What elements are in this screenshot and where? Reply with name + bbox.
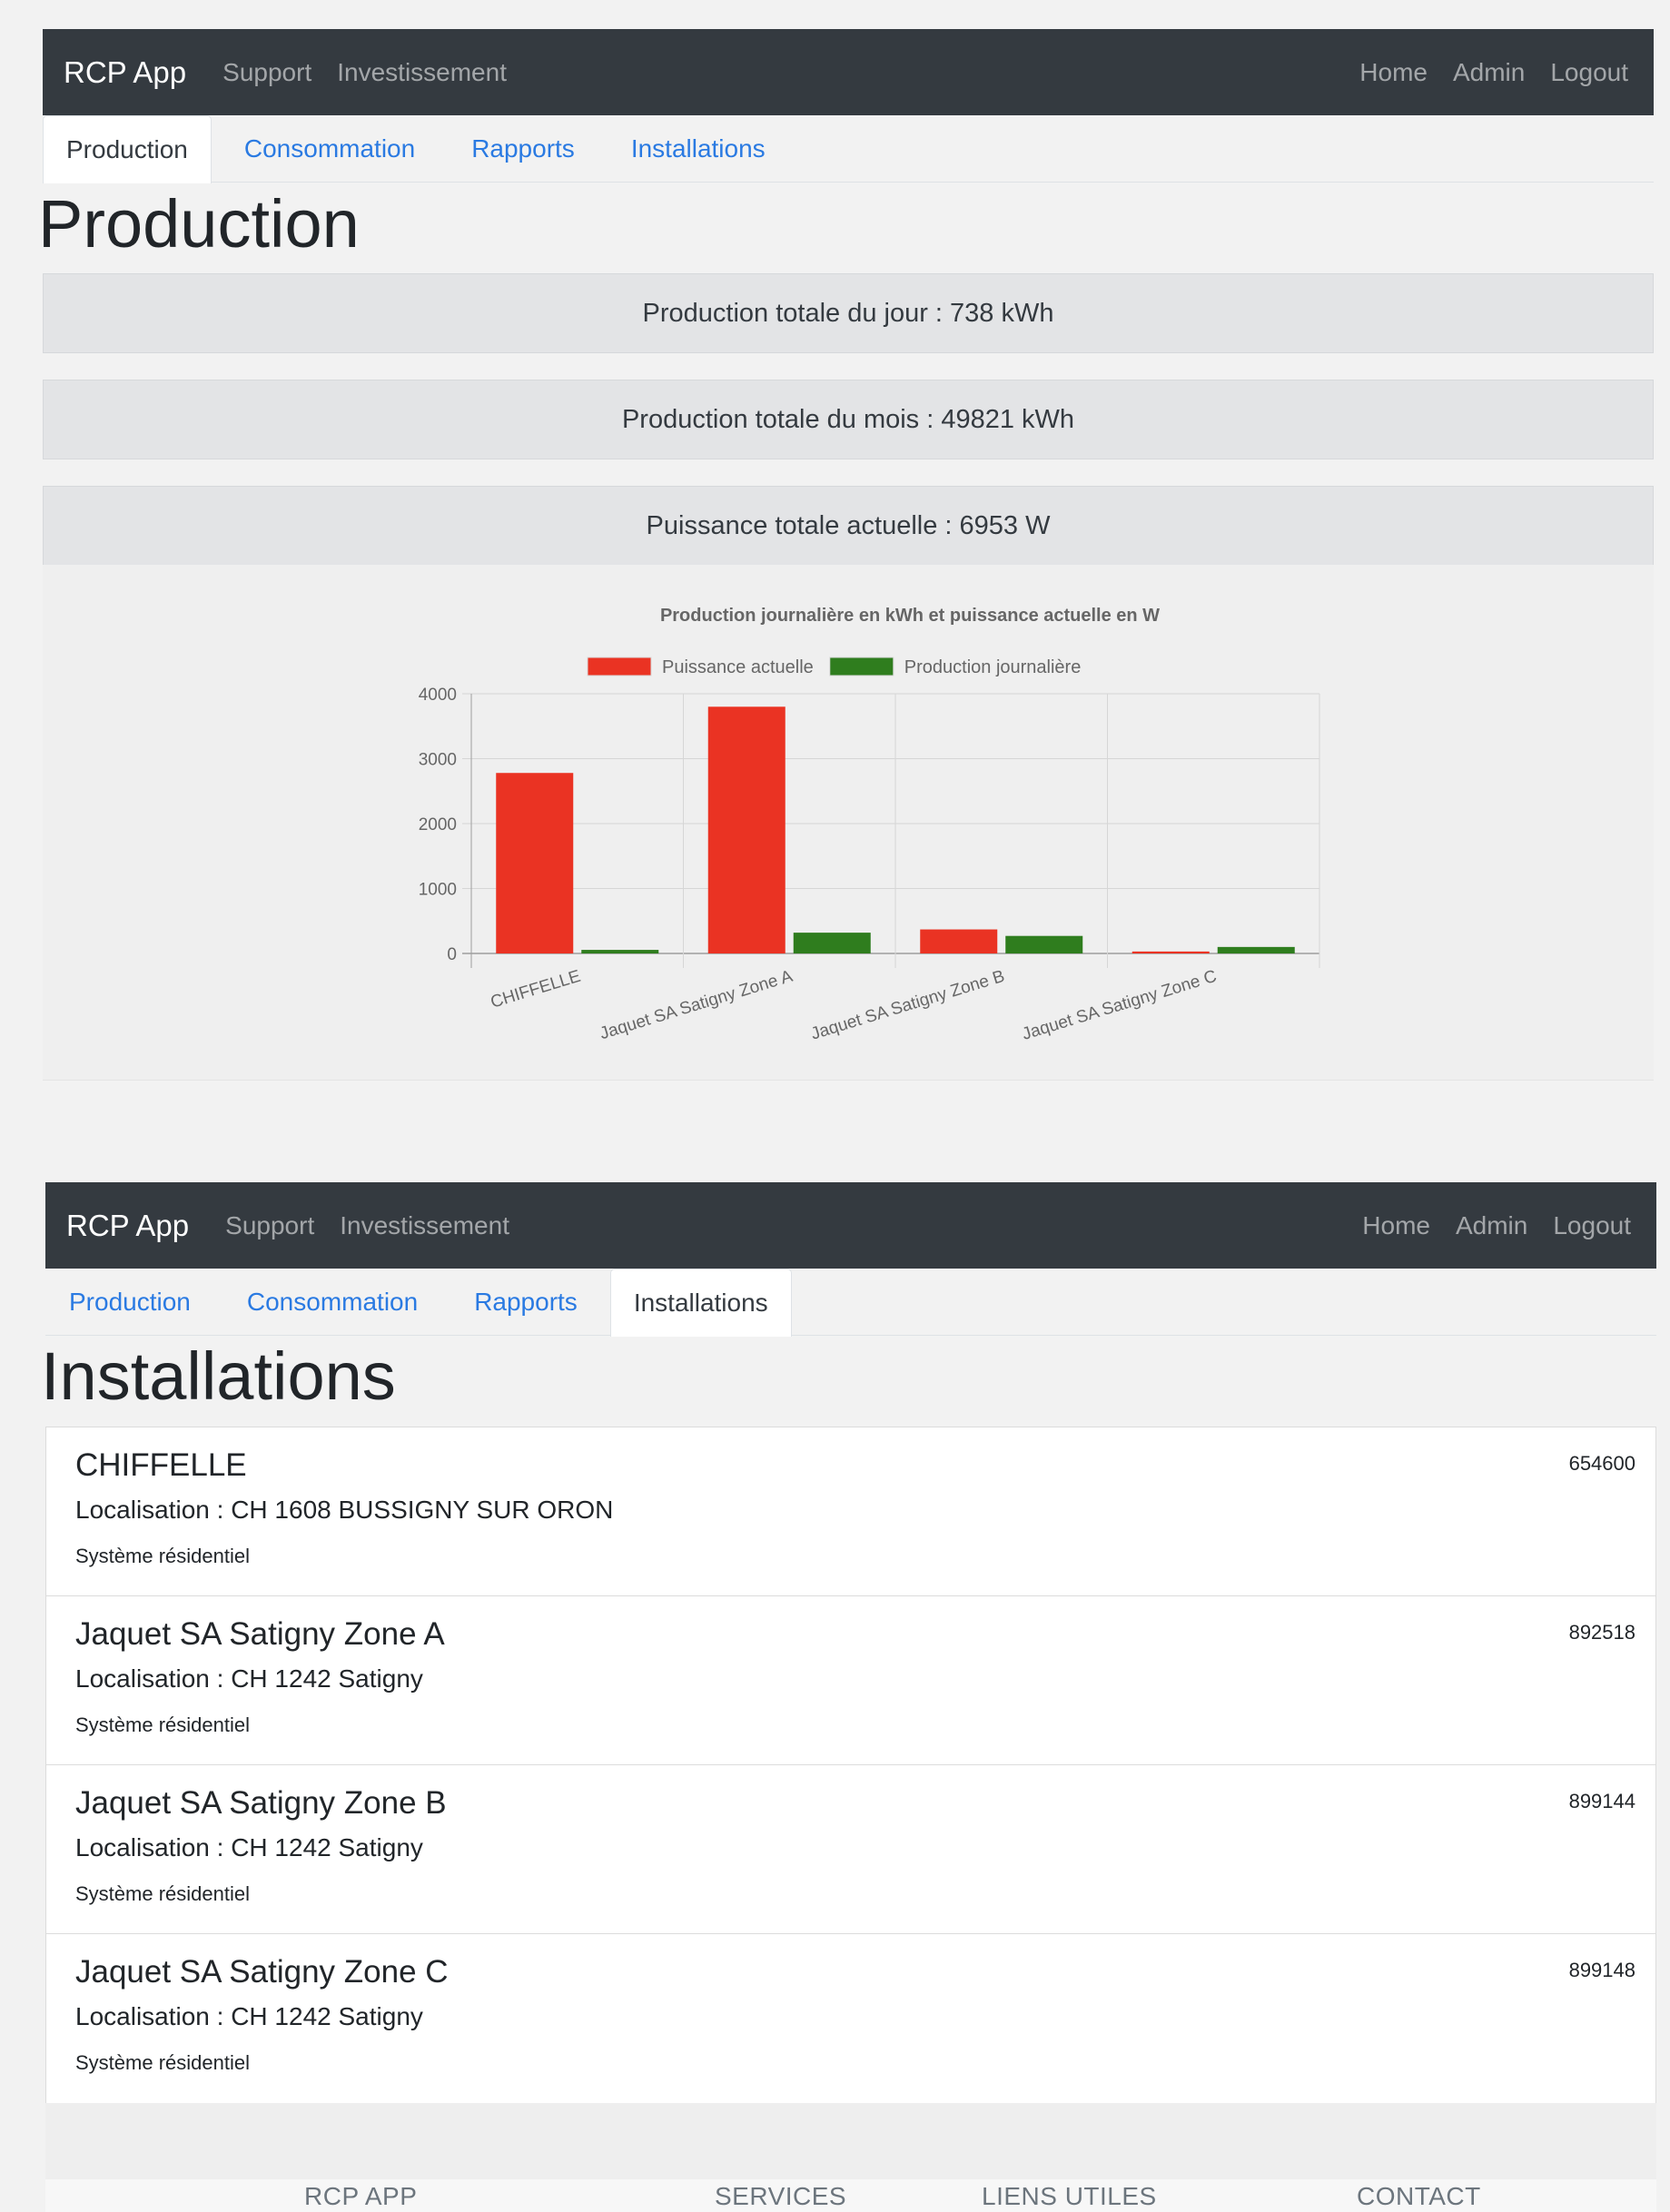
list-item[interactable]: CHIFFELLE Localisation : CH 1608 BUSSIGN… — [46, 1427, 1655, 1596]
top-navbar-2: RCP App Support Investissement Home Admi… — [45, 1182, 1656, 1269]
y-tick-label: 1000 — [419, 881, 457, 900]
nav-logout[interactable]: Logout — [1550, 58, 1628, 87]
installation-type: Système résidentiel — [75, 1545, 250, 1567]
y-tick-label: 2000 — [419, 815, 457, 834]
list-item[interactable]: Jaquet SA Satigny Zone A Localisation : … — [46, 1596, 1655, 1765]
tab-rapports[interactable]: Rapports — [448, 115, 598, 182]
page-title: Production — [38, 186, 360, 262]
x-tick-label: CHIFFELLE — [489, 967, 583, 1012]
bar-puissance-1 — [707, 706, 786, 953]
stat-current-power: Puissance totale actuelle : 6953 W — [43, 486, 1654, 566]
brand-link[interactable]: RCP App — [64, 55, 186, 90]
tab-rapports-2[interactable]: Rapports — [450, 1269, 601, 1335]
bar-production-3 — [1217, 946, 1295, 953]
legend-swatch-1 — [829, 657, 894, 676]
installation-id: 654600 — [1568, 1452, 1635, 1475]
tab-installations-2[interactable]: Installations — [609, 1269, 792, 1337]
page-title-2: Installations — [41, 1338, 396, 1414]
installation-name: Jaquet SA Satigny Zone B — [75, 1785, 447, 1821]
bar-production-1 — [793, 933, 871, 953]
y-tick-label: 4000 — [419, 686, 457, 705]
production-chart: Production journalière en kWh et puissan… — [419, 606, 1320, 1044]
footer-spacer — [45, 2103, 1656, 2179]
installation-name: Jaquet SA Satigny Zone C — [75, 1954, 449, 1990]
tab-installations[interactable]: Installations — [608, 115, 789, 182]
installation-id: 899148 — [1568, 1959, 1635, 1981]
installation-location: Localisation : CH 1608 BUSSIGNY SUR ORON — [75, 1496, 614, 1524]
list-item[interactable]: Jaquet SA Satigny Zone B Localisation : … — [46, 1765, 1655, 1934]
legend-label-1: Production journalière — [904, 657, 1082, 677]
x-tick-label: Jaquet SA Satigny Zone C — [1020, 967, 1219, 1044]
installation-id: 899144 — [1568, 1790, 1635, 1812]
bar-production-2 — [1005, 935, 1083, 953]
installation-id: 892518 — [1568, 1621, 1635, 1644]
nav-investissement-2[interactable]: Investissement — [340, 1211, 509, 1240]
installation-location: Localisation : CH 1242 Satigny — [75, 2002, 423, 2030]
stat-daily-production: Production totale du jour : 738 kWh — [43, 273, 1654, 353]
tab-production[interactable]: Production — [43, 115, 212, 183]
nav-admin-2[interactable]: Admin — [1456, 1211, 1527, 1240]
installation-type: Système résidentiel — [75, 1713, 250, 1736]
nav-home[interactable]: Home — [1359, 58, 1428, 87]
tab-bar-2: Production Consommation Rapports Install… — [45, 1269, 1656, 1337]
chart-title: Production journalière en kWh et puissan… — [660, 606, 1160, 626]
legend-swatch-0 — [587, 657, 652, 676]
installations-list: CHIFFELLE Localisation : CH 1608 BUSSIGN… — [45, 1427, 1656, 2104]
y-tick-label: 3000 — [419, 751, 457, 770]
footer-col-contact: CONTACT — [1357, 2182, 1481, 2210]
x-tick-label: Jaquet SA Satigny Zone A — [598, 967, 795, 1044]
installation-location: Localisation : CH 1242 Satigny — [75, 1833, 423, 1861]
footer-col-liens-utiles: LIENS UTILES — [982, 2182, 1157, 2210]
tab-bar: Production Consommation Rapports Install… — [43, 115, 1654, 183]
x-tick-label: Jaquet SA Satigny Zone B — [809, 967, 1007, 1044]
stat-monthly-production: Production totale du mois : 49821 kWh — [43, 380, 1654, 459]
nav-support[interactable]: Support — [222, 58, 311, 87]
bar-puissance-0 — [496, 773, 574, 953]
tab-consommation-2[interactable]: Consommation — [223, 1269, 441, 1335]
bar-puissance-2 — [920, 929, 998, 953]
nav-right-group: Home Admin Logout — [1334, 58, 1654, 87]
footer-col-services: SERVICES — [715, 2182, 847, 2210]
nav-logout-2[interactable]: Logout — [1553, 1211, 1631, 1240]
nav-support-2[interactable]: Support — [225, 1211, 314, 1240]
chart-panel: Production journalière en kWh et puissan… — [43, 565, 1654, 1081]
nav-admin[interactable]: Admin — [1453, 58, 1525, 87]
footer-col-rcp-app: RCP APP — [304, 2182, 418, 2210]
brand-link-2[interactable]: RCP App — [66, 1209, 189, 1243]
list-item[interactable]: Jaquet SA Satigny Zone C Localisation : … — [46, 1934, 1655, 2103]
tab-consommation[interactable]: Consommation — [221, 115, 439, 182]
installation-name: CHIFFELLE — [75, 1447, 247, 1483]
tab-production-2[interactable]: Production — [45, 1269, 214, 1335]
legend-label-0: Puissance actuelle — [662, 657, 814, 677]
installation-location: Localisation : CH 1242 Satigny — [75, 1664, 423, 1693]
top-navbar: RCP App Support Investissement Home Admi… — [43, 29, 1654, 115]
nav-investissement[interactable]: Investissement — [337, 58, 507, 87]
y-tick-label: 0 — [447, 945, 457, 964]
bar-puissance-3 — [1131, 951, 1210, 953]
installation-name: Jaquet SA Satigny Zone A — [75, 1616, 445, 1652]
installation-type: Système résidentiel — [75, 1882, 250, 1905]
bar-production-0 — [581, 950, 659, 953]
installation-type: Système résidentiel — [75, 2051, 250, 2074]
nav-right-group-2: Home Admin Logout — [1337, 1211, 1656, 1240]
nav-home-2[interactable]: Home — [1362, 1211, 1430, 1240]
